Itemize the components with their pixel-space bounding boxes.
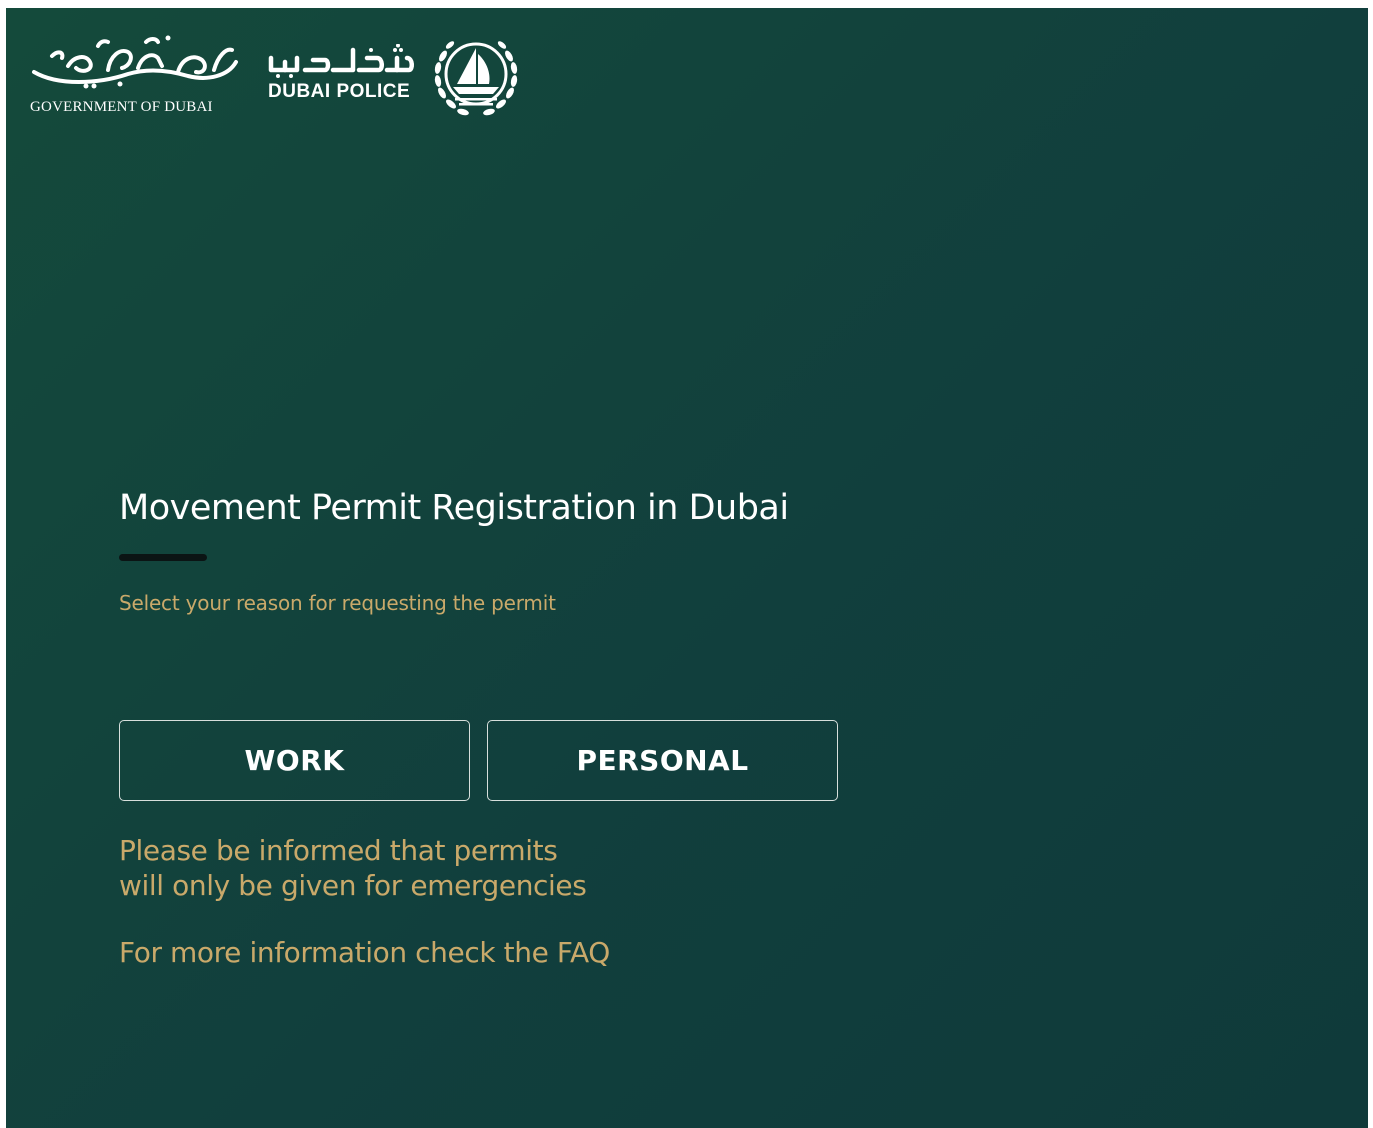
dubai-police-caption: DUBAI POLICE: [268, 81, 411, 102]
dubai-police-logo[interactable]: DUBAI POLICE: [267, 26, 527, 122]
government-of-dubai-caption: GOVERNMENT OF DUBAI: [30, 99, 213, 115]
personal-button[interactable]: PERSONAL: [487, 720, 838, 801]
government-of-dubai-logo[interactable]: GOVERNMENT OF DUBAI: [28, 26, 243, 122]
page-title: Movement Permit Registration in Dubai: [119, 488, 789, 528]
page-background: GOVERNMENT OF DUBAI DUBAI POLICE Movemen…: [6, 8, 1368, 1128]
emergency-notice-line-2: will only be given for emergencies: [119, 869, 587, 902]
work-button[interactable]: WORK: [119, 720, 470, 801]
header: GOVERNMENT OF DUBAI DUBAI POLICE: [28, 26, 527, 126]
reason-button-group: WORK PERSONAL: [119, 720, 838, 801]
title-underline: [119, 554, 207, 561]
faq-link[interactable]: For more information check the FAQ: [119, 936, 610, 969]
emergency-notice: Please be informed that permits will onl…: [119, 833, 587, 903]
dubai-police-emblem-icon: [434, 41, 518, 116]
dubai-police-arabic-calligraphy-icon: [268, 44, 414, 78]
government-of-dubai-arabic-calligraphy-icon: [32, 35, 238, 89]
emergency-notice-line-1: Please be informed that permits: [119, 834, 558, 867]
permit-reason-prompt: Select your reason for requesting the pe…: [119, 591, 556, 615]
main-content: Movement Permit Registration in Dubai Se…: [119, 488, 879, 969]
